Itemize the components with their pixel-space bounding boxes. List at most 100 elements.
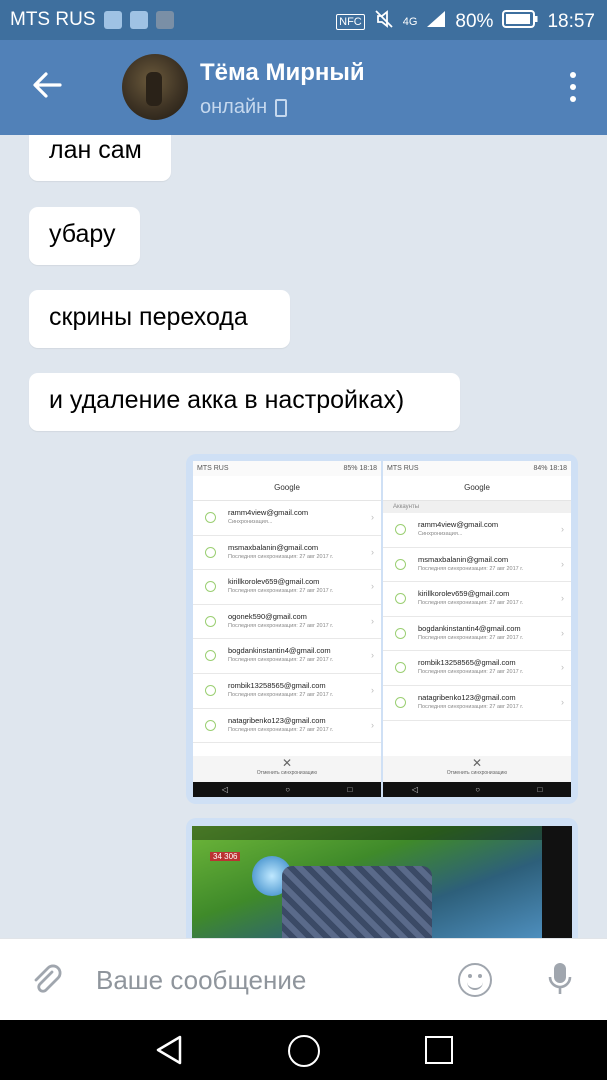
- battery-percent: 80%: [455, 11, 494, 32]
- carrier-label: MTS RUS: [10, 9, 96, 30]
- shot-title: Google: [193, 476, 381, 501]
- account-sync: Последняя синхронизация: 27 авг 2017 г.: [228, 588, 334, 595]
- account-row: bogdankinstantin4@gmail.com Последняя син…: [193, 639, 381, 674]
- online-status: онлайн: [200, 96, 288, 119]
- sync-icon: [395, 696, 406, 708]
- close-icon: ✕: [281, 756, 293, 770]
- triangle-back-icon: [156, 1035, 182, 1065]
- account-email: natagribenko123@gmail.com: [418, 692, 516, 702]
- chevron-right-icon: ›: [371, 615, 374, 626]
- shot-section: Аккаунты: [383, 501, 571, 513]
- account-row: rombik13258565@gmail.com Последняя синхро…: [383, 651, 571, 686]
- chevron-right-icon: ›: [371, 684, 374, 695]
- account-row: natagribenko123@gmail.com Последняя синхр…: [383, 686, 571, 721]
- nav-recents-button[interactable]: [425, 1036, 453, 1064]
- account-sync: Последняя синхронизация: 27 авг 2017 г.: [228, 691, 334, 698]
- contact-name[interactable]: Тёма Мирный: [200, 59, 365, 87]
- chevron-right-icon: ›: [561, 627, 564, 638]
- cancel-sync-label: Отменить синхронизацию: [446, 770, 508, 776]
- sync-icon: [205, 684, 216, 696]
- account-sync: Синхронизация...: [418, 531, 463, 537]
- message-bubble[interactable]: убару: [29, 207, 140, 265]
- game-fort: [282, 866, 432, 938]
- battery-icon: [502, 10, 538, 34]
- message-text: убару: [49, 220, 116, 248]
- clock: 18:57: [547, 11, 595, 32]
- message-bubble[interactable]: лан сам: [29, 135, 171, 181]
- account-email: bogdankinstantin4@gmail.com: [228, 646, 331, 656]
- gallery-icon: [155, 11, 174, 29]
- more-options-button[interactable]: [569, 72, 577, 102]
- account-row: rombik13258565@gmail.com Последняя синхро…: [193, 674, 381, 709]
- sync-icon: [205, 615, 216, 627]
- back-icon: ◁: [411, 785, 418, 794]
- message-text: и удаление акка в настройках): [49, 386, 405, 414]
- voice-message-button[interactable]: [547, 961, 573, 997]
- account-email: msmaxbalanin@gmail.com: [228, 542, 319, 552]
- more-vertical-icon: [570, 72, 576, 78]
- account-row: kirillkorolev659@gmail.com Последняя синх…: [193, 570, 381, 605]
- account-sync: Синхронизация...: [228, 519, 273, 525]
- account-email: bogdankinstantin4@gmail.com: [418, 623, 521, 633]
- account-sync: Последняя синхронизация: 27 авг 2017 г.: [418, 634, 524, 641]
- avatar[interactable]: [122, 54, 188, 120]
- home-icon: ○: [475, 785, 481, 794]
- account-row: bogdankinstantin4@gmail.com Последняя син…: [383, 617, 571, 652]
- cancel-sync: ✕ Отменить синхронизацию: [193, 756, 381, 782]
- chat-header: Тёма Мирный онлайн: [0, 40, 607, 135]
- account-email: ramm4view@gmail.com: [418, 520, 499, 529]
- sync-icon: [395, 558, 406, 570]
- image-attachment[interactable]: MTS RUS 85% 18:18 Google ramm4view@gmail.…: [186, 454, 578, 804]
- sync-icon: [395, 627, 406, 639]
- close-icon: ✕: [471, 756, 483, 770]
- account-row: msmaxbalanin@gmail.com Последняя синхрони…: [193, 536, 381, 571]
- message-bubble[interactable]: скрины перехода: [29, 290, 290, 348]
- image-attachment[interactable]: 34 306: [186, 818, 578, 938]
- shot-carrier: MTS RUS: [387, 465, 419, 472]
- account-email: rombik13258565@gmail.com: [418, 658, 516, 668]
- signal-icon: [426, 10, 446, 34]
- game-sidebar: [542, 826, 572, 938]
- home-icon: ○: [285, 785, 291, 794]
- chevron-right-icon: ›: [371, 581, 374, 592]
- nav-home-button[interactable]: [288, 1035, 320, 1067]
- chevron-right-icon: ›: [561, 662, 564, 673]
- arrow-left-icon: [33, 72, 62, 98]
- account-sync: Последняя синхронизация: 27 авг 2017 г.: [228, 726, 334, 733]
- activity-icon: [129, 11, 148, 29]
- account-email: ogonek590@gmail.com: [228, 611, 307, 621]
- nfc-icon: NFC: [336, 14, 365, 30]
- sync-icon: [205, 546, 216, 558]
- message-bubble[interactable]: и удаление акка в настройках): [29, 373, 460, 431]
- chevron-right-icon: ›: [561, 593, 564, 604]
- account-row: ramm4view@gmail.com Синхронизация... ›: [193, 501, 381, 536]
- back-button[interactable]: [30, 68, 64, 104]
- online-status-label: онлайн: [200, 96, 268, 118]
- message-list[interactable]: лан сам убару скрины перехода и удаление…: [0, 135, 607, 938]
- nav-back-button[interactable]: [155, 1035, 183, 1070]
- account-sync: Последняя синхронизация: 27 авг 2017 г.: [228, 622, 334, 629]
- account-row: msmaxbalanin@gmail.com Последняя синхрони…: [383, 548, 571, 583]
- sync-icon: [205, 650, 216, 662]
- message-text: скрины перехода: [49, 303, 248, 331]
- game-hud: 34 306: [192, 826, 572, 861]
- sync-icon: [205, 719, 216, 731]
- sync-icon: [395, 593, 406, 605]
- emoji-button[interactable]: [458, 963, 492, 997]
- chevron-right-icon: ›: [371, 719, 374, 730]
- chevron-right-icon: ›: [561, 524, 564, 534]
- chevron-right-icon: ›: [371, 512, 374, 522]
- message-text: лан сам: [49, 136, 142, 164]
- account-sync: Последняя синхронизация: 27 авг 2017 г.: [228, 553, 334, 560]
- chevron-right-icon: ›: [561, 558, 564, 569]
- message-input[interactable]: Ваше сообщение: [96, 965, 306, 996]
- cancel-sync-label: Отменить синхронизацию: [256, 770, 318, 776]
- attach-button[interactable]: [30, 963, 64, 997]
- account-sync: Последняя синхронизация: 27 авг 2017 г.: [418, 565, 524, 572]
- game-screenshot: 34 306: [192, 826, 572, 938]
- sync-icon: [205, 512, 216, 523]
- shot-title: Google: [383, 476, 571, 501]
- account-row: ogonek590@gmail.com Последняя синхронизац…: [193, 605, 381, 640]
- account-row: ramm4view@gmail.com Синхронизация... ›: [383, 513, 571, 548]
- microphone-icon: [548, 963, 572, 994]
